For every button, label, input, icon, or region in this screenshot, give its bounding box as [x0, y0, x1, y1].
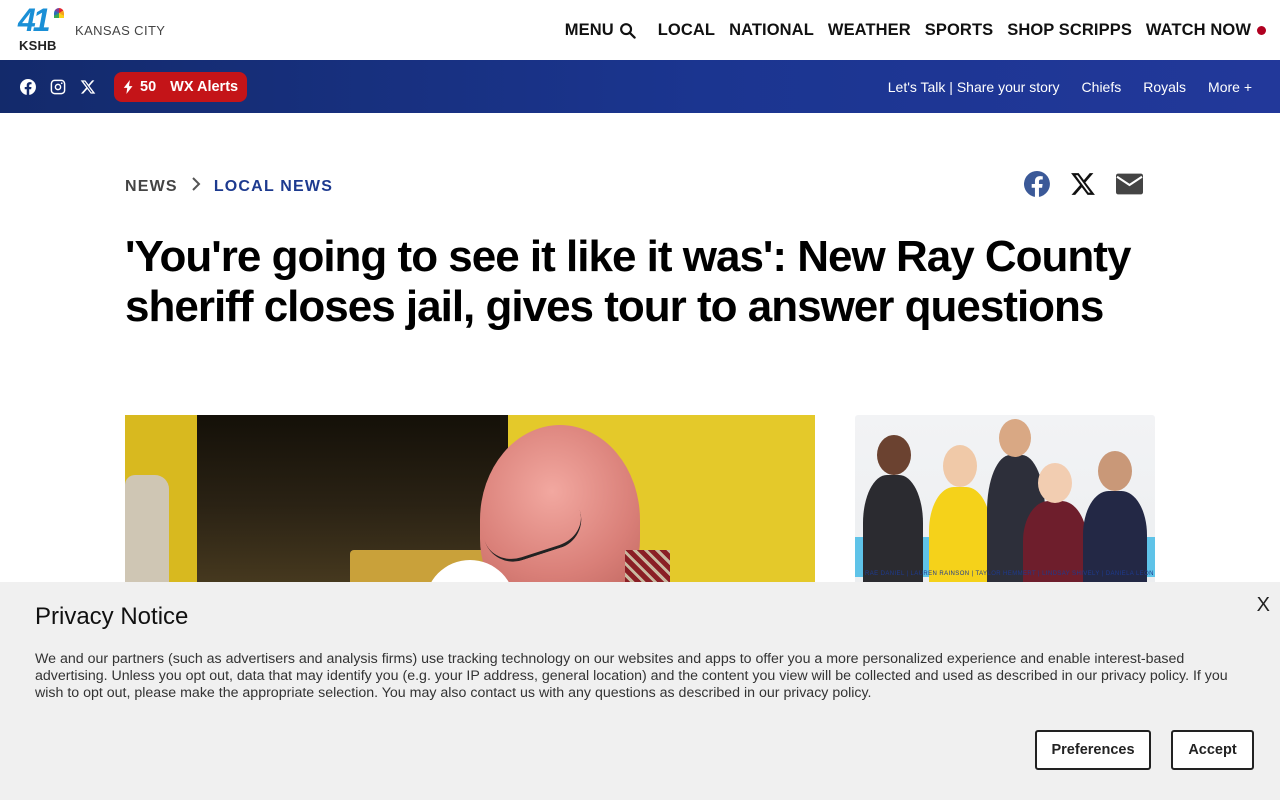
- alerts-count: 50: [140, 79, 157, 95]
- logo-call-letters: KSHB: [19, 38, 57, 53]
- promo-caption: RAE DANIEL | LAUREN RAINSON | TAYLOR HEM…: [865, 571, 1154, 577]
- article-headline: 'You're going to see it like it was': Ne…: [125, 232, 1131, 331]
- facebook-icon[interactable]: [19, 79, 36, 100]
- kshb-logo[interactable]: 41 KSHB: [18, 2, 64, 54]
- menu-label: MENU: [564, 20, 614, 39]
- link-lets-talk[interactable]: Let's Talk | Share your story: [888, 79, 1060, 95]
- main-nav: MENU LOCAL NATIONAL WEATHER SPORTS SHOP …: [565, 0, 1266, 60]
- nbc-peacock-icon: [54, 8, 64, 18]
- share-email-icon[interactable]: [1116, 173, 1143, 200]
- share-facebook-icon[interactable]: [1023, 171, 1050, 202]
- breadcrumb-local-news[interactable]: LOCAL NEWS: [214, 178, 333, 196]
- nav-weather[interactable]: WEATHER: [828, 21, 911, 40]
- logo-number: 41: [18, 2, 51, 38]
- article-hero-video[interactable]: [125, 415, 815, 595]
- live-dot-icon: [1257, 25, 1266, 35]
- nav-sports[interactable]: SPORTS: [925, 21, 993, 40]
- x-icon[interactable]: [80, 79, 96, 100]
- nav-local[interactable]: LOCAL: [658, 21, 715, 40]
- weather-alerts-button[interactable]: 50 WX Alerts: [114, 72, 248, 102]
- link-chiefs[interactable]: Chiefs: [1082, 79, 1122, 95]
- link-royals[interactable]: Royals: [1143, 79, 1186, 95]
- nav-national[interactable]: NATIONAL: [729, 21, 814, 40]
- lightning-icon: [123, 80, 133, 94]
- privacy-body: We and our partners (such as advertisers…: [35, 651, 1228, 701]
- privacy-notice: Privacy Notice X We and our partners (su…: [0, 582, 1280, 800]
- site-header: 41 KSHB KANSAS CITY MENU LOCAL NATIONAL …: [0, 0, 1280, 60]
- menu-button[interactable]: MENU: [565, 21, 636, 40]
- secondary-nav: Let's Talk | Share your story Chiefs Roy…: [888, 60, 1252, 113]
- chevron-right-icon: [190, 176, 202, 197]
- secondary-bar: 50 WX Alerts Let's Talk | Share your sto…: [0, 60, 1280, 113]
- alerts-label: WX Alerts: [170, 79, 239, 95]
- nav-watch-now[interactable]: WATCH NOW: [1146, 21, 1266, 40]
- social-links: [19, 79, 96, 100]
- preferences-button[interactable]: Preferences: [1035, 730, 1151, 770]
- anchor-team-promo[interactable]: RAE DANIEL | LAUREN RAINSON | TAYLOR HEM…: [855, 415, 1155, 595]
- share-buttons: [1023, 171, 1143, 202]
- privacy-title: Privacy Notice: [35, 603, 189, 630]
- search-icon: [619, 22, 636, 39]
- station-city: KANSAS CITY: [75, 23, 166, 38]
- watch-now-label: WATCH NOW: [1145, 20, 1251, 39]
- accept-button[interactable]: Accept: [1171, 730, 1254, 770]
- share-x-icon[interactable]: [1070, 171, 1096, 202]
- breadcrumb-news[interactable]: NEWS: [125, 178, 178, 196]
- breadcrumb: NEWS LOCAL NEWS: [125, 176, 333, 197]
- instagram-icon[interactable]: [50, 79, 66, 100]
- link-more[interactable]: More +: [1208, 79, 1252, 95]
- close-privacy-button[interactable]: X: [1257, 594, 1270, 617]
- nav-shop-scripps[interactable]: SHOP SCRIPPS: [1007, 21, 1132, 40]
